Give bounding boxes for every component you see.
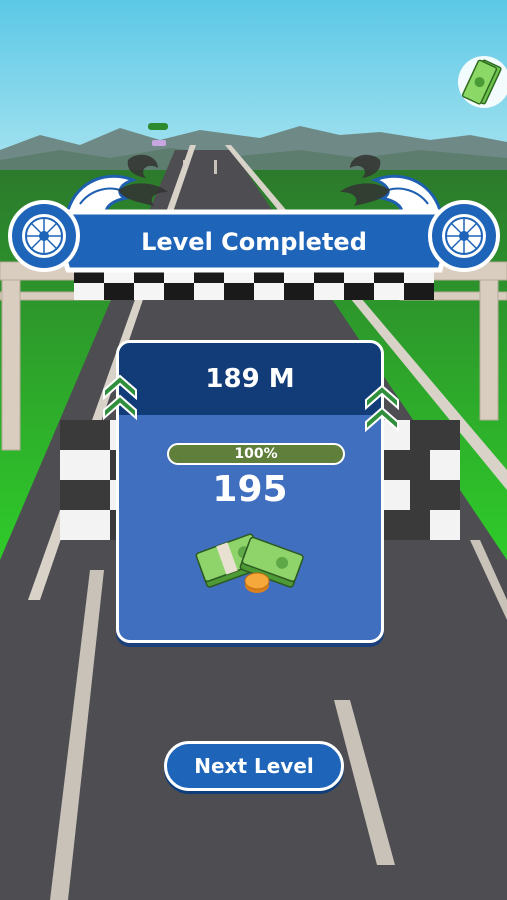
banner-title: Level Completed	[141, 228, 367, 256]
result-card: 189 M 100% 195	[116, 340, 384, 643]
level-completed-banner: Level Completed	[8, 150, 500, 300]
chevron-up-icon	[365, 384, 399, 433]
coin-icon	[244, 572, 270, 593]
distance-label: 189 M	[205, 364, 295, 394]
next-level-button[interactable]: Next Level	[164, 741, 344, 791]
chevron-up-icon	[103, 374, 137, 421]
progress-label: 100%	[234, 446, 278, 462]
tire-flame-icon	[428, 200, 500, 272]
money-stack-icon	[458, 56, 507, 108]
tire-flame-icon	[8, 200, 80, 272]
money-stack-icon	[195, 533, 304, 593]
reward-amount: 195	[212, 469, 288, 510]
